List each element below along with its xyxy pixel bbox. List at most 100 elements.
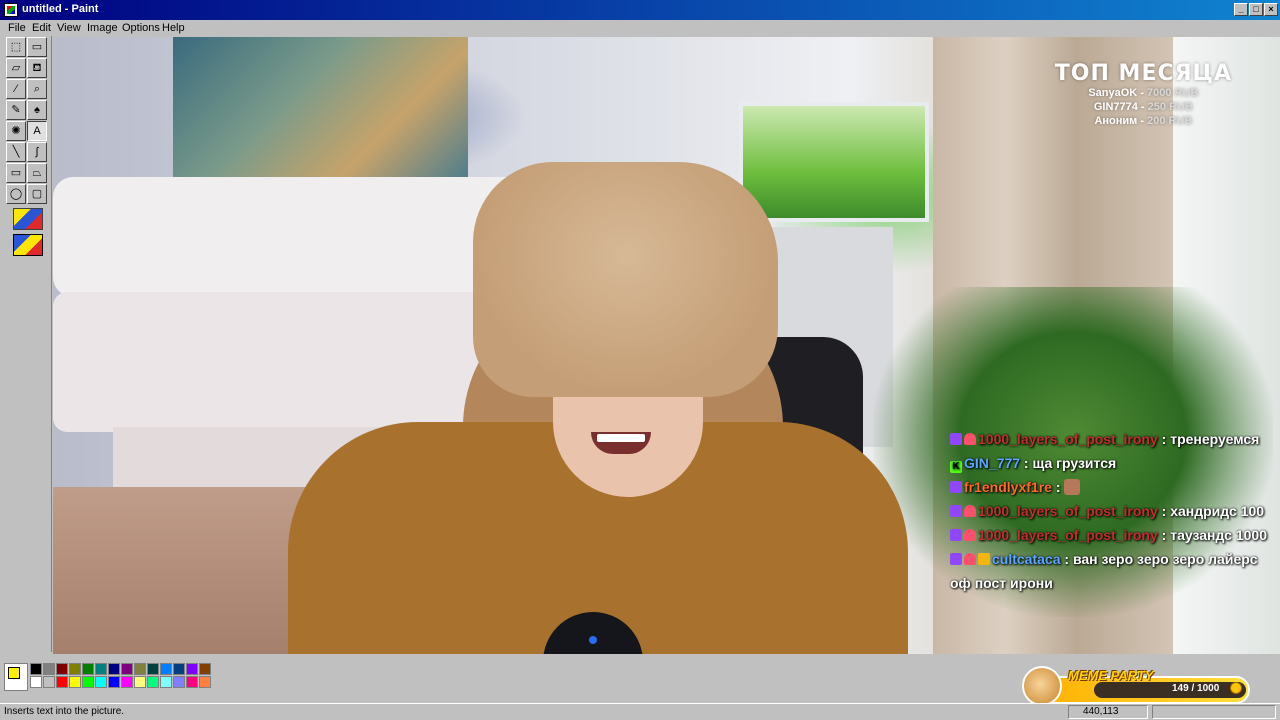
doge-icon <box>1022 666 1062 706</box>
top-donors-title: ТОП МЕСЯЦА <box>1054 61 1232 86</box>
palette-swatch[interactable] <box>147 663 159 675</box>
menu-help[interactable]: Help <box>162 22 185 34</box>
chat-text: тренеруемся <box>1170 431 1260 447</box>
text-icon[interactable]: A <box>27 121 47 141</box>
palette-swatch[interactable] <box>95 676 107 688</box>
coin-icon <box>1230 682 1242 694</box>
palette-swatch[interactable] <box>199 676 211 688</box>
menu-view[interactable]: View <box>57 22 81 34</box>
line-icon[interactable]: ╲ <box>6 142 26 162</box>
palette-swatch[interactable] <box>82 676 94 688</box>
tool-option-opaque[interactable] <box>13 234 43 256</box>
palette-swatch[interactable] <box>173 663 185 675</box>
palette-swatch[interactable] <box>160 663 172 675</box>
chat-text: таузандс 1000 <box>1170 527 1268 543</box>
close-button[interactable]: × <box>1264 3 1278 16</box>
title-bar: untitled - Paint _ □ × <box>0 0 1280 20</box>
twitch-badge-icon <box>950 433 962 445</box>
airbrush-icon[interactable]: ✺ <box>6 121 26 141</box>
top-donor-row: SanyaOK - 7000 RUB <box>1088 87 1199 99</box>
minimize-button[interactable]: _ <box>1234 3 1248 16</box>
chat-username: cultcataca <box>992 551 1061 567</box>
palette-swatch[interactable] <box>30 676 42 688</box>
palette-swatch[interactable] <box>173 676 185 688</box>
chat-message: 1000_layers_of_post_irony : таузандс 100… <box>950 523 1275 547</box>
twitch-badge-icon <box>950 481 962 493</box>
chat-username: fr1endlyxf1re <box>964 479 1052 495</box>
maximize-button[interactable]: □ <box>1249 3 1263 16</box>
heart-badge-icon <box>964 553 976 565</box>
meme-party-count: 149 / 1000 <box>1172 683 1220 694</box>
palette-swatch[interactable] <box>186 676 198 688</box>
menu-edit[interactable]: Edit <box>32 22 51 34</box>
chat-username: 1000_layers_of_post_irony <box>978 527 1158 543</box>
drawing-canvas[interactable]: ТОП МЕСЯЦА SanyaOK - 7000 RUB GIN7774 - … <box>53 37 1280 654</box>
emote-icon <box>1064 479 1081 495</box>
aquarium <box>739 102 929 222</box>
palette-swatch[interactable] <box>160 676 172 688</box>
palette-swatch[interactable] <box>186 663 198 675</box>
chat-text: ща грузится <box>1032 455 1117 471</box>
menu-bar: File Edit View Image Options Help <box>0 20 1280 36</box>
chat-separator: : <box>1051 479 1065 495</box>
chat-message: 1000_layers_of_post_irony : хандридс 100 <box>950 499 1275 523</box>
curve-icon[interactable]: ∫ <box>27 142 47 162</box>
palette-swatch[interactable] <box>134 663 146 675</box>
palette-swatch[interactable] <box>30 663 42 675</box>
menu-options[interactable]: Options <box>122 22 160 34</box>
paint-app-icon[interactable] <box>4 3 18 17</box>
polygon-icon[interactable]: ⏢ <box>27 163 47 183</box>
toolbox: ⬚ ▭ ▱ ⛾ ⁄ ⌕ ✎ ♠ ✺ A ╲ ∫ ▭ ⏢ ◯ ▢ <box>2 36 52 652</box>
status-text: Inserts text into the picture. <box>4 706 125 717</box>
rectangle-icon[interactable]: ▭ <box>6 163 26 183</box>
cursor-coordinates: 440,113 <box>1068 705 1148 719</box>
heart-badge-icon <box>964 529 976 541</box>
menu-file[interactable]: File <box>8 22 26 34</box>
free-form-select-icon[interactable]: ⬚ <box>6 37 26 57</box>
tool-option-transparent[interactable] <box>13 208 43 230</box>
chat-message: fr1endlyxf1re : <box>950 475 1275 499</box>
pencil-icon[interactable]: ✎ <box>6 100 26 120</box>
top-donor-row: GIN7774 - 250 RUB <box>1093 101 1193 113</box>
chat-separator: : <box>1157 503 1171 519</box>
brush-icon[interactable]: ♠ <box>27 100 47 120</box>
eraser-icon[interactable]: ▱ <box>6 58 26 78</box>
palette-swatch[interactable] <box>69 663 81 675</box>
palette-swatch[interactable] <box>43 676 55 688</box>
chat-separator: : <box>1157 431 1171 447</box>
palette-swatch[interactable] <box>43 663 55 675</box>
ellipse-icon[interactable]: ◯ <box>6 184 26 204</box>
palette-swatch[interactable] <box>121 676 133 688</box>
chat-message: 1000_layers_of_post_irony : тренеруемся <box>950 427 1275 451</box>
sofa-back <box>53 177 533 297</box>
palette-swatch[interactable] <box>56 663 68 675</box>
bucket-hat <box>473 162 778 397</box>
palette-swatch[interactable] <box>108 663 120 675</box>
palette-swatch[interactable] <box>95 663 107 675</box>
foreground-color[interactable] <box>8 667 20 679</box>
palette-swatch[interactable] <box>199 663 211 675</box>
chat-separator: : <box>1020 455 1033 471</box>
meme-party-widget: MEME PARTY 149 / 1000 <box>1022 666 1250 706</box>
current-colors[interactable] <box>4 663 28 691</box>
palette-swatch[interactable] <box>147 676 159 688</box>
magnifier-icon[interactable]: ⌕ <box>27 79 47 99</box>
palette-swatch[interactable] <box>108 676 120 688</box>
menu-image[interactable]: Image <box>87 22 118 34</box>
chat-username: GIN_777 <box>964 455 1021 471</box>
fill-bucket-icon[interactable]: ⛾ <box>27 58 47 78</box>
heart-badge-icon <box>964 433 976 445</box>
pick-color-icon[interactable]: ⁄ <box>6 79 26 99</box>
kick-badge-icon: K <box>950 461 962 473</box>
palette-swatch[interactable] <box>56 676 68 688</box>
rounded-rectangle-icon[interactable]: ▢ <box>27 184 47 204</box>
chat-separator: : <box>1060 551 1073 567</box>
palette-swatch[interactable] <box>69 676 81 688</box>
palette-swatch[interactable] <box>134 676 146 688</box>
chat-message: K GIN_777 : ща грузится <box>950 451 1275 475</box>
crown-badge-icon <box>978 553 990 565</box>
chat-username: 1000_layers_of_post_irony <box>978 503 1158 519</box>
palette-swatch[interactable] <box>121 663 133 675</box>
palette-swatch[interactable] <box>82 663 94 675</box>
select-icon[interactable]: ▭ <box>27 37 47 57</box>
